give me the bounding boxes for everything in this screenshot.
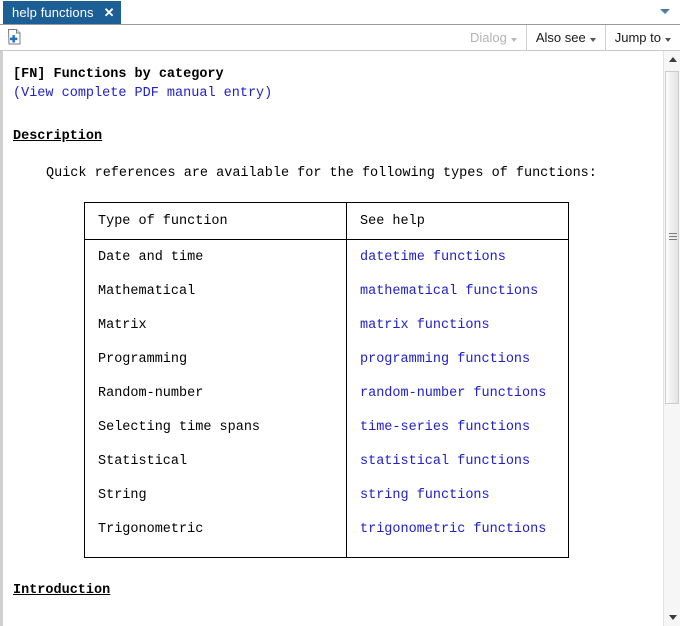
scrollbar-thumb[interactable] (665, 71, 679, 404)
table-row: Mathematical mathematical functions (84, 274, 569, 308)
string-functions-link[interactable]: string functions (360, 488, 490, 503)
row-help: mathematical functions (347, 274, 569, 308)
dialog-button-label: Dialog (470, 30, 507, 45)
row-help: time-series functions (347, 410, 569, 444)
table-row: Random-number random-number functions (84, 376, 569, 410)
row-type: Programming (84, 342, 347, 376)
mathematical-functions-link[interactable]: mathematical functions (360, 284, 538, 299)
page-title: [FN] Functions by category (13, 67, 224, 82)
table-header-type: Type of function (84, 202, 347, 240)
programming-functions-link[interactable]: programming functions (360, 352, 530, 367)
functions-table: Type of function See help Date and time … (84, 202, 569, 558)
table-row: String string functions (84, 478, 569, 512)
table-row: Date and time datetime functions (84, 239, 569, 275)
random-number-functions-link[interactable]: random-number functions (360, 386, 546, 401)
vertical-scrollbar[interactable] (663, 51, 680, 626)
table-bottom-padding-row (84, 546, 569, 558)
toolbar-left-group (0, 28, 24, 47)
view-complete-pdf-manual-entry-link[interactable]: View complete PDF manual entry (21, 86, 264, 101)
row-type: Date and time (84, 239, 347, 274)
time-series-functions-link[interactable]: time-series functions (360, 420, 530, 435)
pdf-close-paren: ) (264, 86, 273, 101)
table-row: Statistical statistical functions (84, 444, 569, 478)
row-type: String (84, 478, 347, 512)
row-type: Random-number (84, 376, 347, 410)
table-header-row: Type of function See help (84, 202, 569, 240)
pdf-open-paren: ( (13, 86, 22, 101)
row-help: datetime functions (347, 240, 569, 275)
description-text: Quick references are available for the f… (46, 166, 597, 181)
datetime-functions-link[interactable]: datetime functions (360, 250, 506, 265)
close-icon[interactable]: ✕ (104, 6, 115, 19)
document-area: [FN] Functions by category (View complet… (0, 51, 680, 626)
help-document: [FN] Functions by category (View complet… (3, 51, 663, 626)
scroll-up-arrow-icon[interactable] (664, 51, 680, 68)
tab-label: help functions (12, 5, 94, 20)
chevron-down-icon (665, 37, 671, 42)
chevron-down-icon (589, 37, 596, 42)
introduction-heading: Introduction (13, 583, 111, 598)
table-row: Matrix matrix functions (84, 308, 569, 342)
trigonometric-functions-link[interactable]: trigonometric functions (360, 522, 546, 537)
table-row: Programming programming functions (84, 342, 569, 376)
row-help: matrix functions (347, 308, 569, 342)
row-help: random-number functions (347, 376, 569, 410)
row-help: programming functions (347, 342, 569, 376)
row-help: string functions (347, 478, 569, 512)
also-see-button-label: Also see (535, 30, 586, 45)
description-heading: Description (13, 129, 103, 144)
chevron-down-icon[interactable] (660, 9, 670, 14)
table-row: Selecting time spans time-series functio… (84, 410, 569, 444)
dialog-button[interactable]: Dialog (461, 25, 526, 50)
new-document-icon[interactable] (6, 28, 24, 47)
scroll-down-arrow-icon[interactable] (664, 609, 680, 626)
row-type: Selecting time spans (84, 410, 347, 444)
row-help: statistical functions (347, 444, 569, 478)
statistical-functions-link[interactable]: statistical functions (360, 454, 530, 469)
table-header-see-help: See help (346, 202, 569, 240)
tab-help-functions[interactable]: help functions ✕ (3, 1, 121, 24)
toolbar-right-group: Dialog Also see Jump to (461, 25, 680, 50)
row-type: Mathematical (84, 274, 347, 308)
table-row: Trigonometric trigonometric functions (84, 512, 569, 546)
also-see-button[interactable]: Also see (525, 25, 605, 50)
row-help: trigonometric functions (347, 512, 569, 546)
toolbar: Dialog Also see Jump to (0, 25, 680, 51)
jump-to-button[interactable]: Jump to (604, 25, 680, 50)
chevron-down-icon (510, 37, 517, 42)
pdf-manual-line: (View complete PDF manual entry) (13, 84, 663, 103)
row-type: Statistical (84, 444, 347, 478)
tab-bar: help functions ✕ (0, 0, 680, 25)
row-type: Matrix (84, 308, 347, 342)
matrix-functions-link[interactable]: matrix functions (360, 318, 490, 333)
jump-to-button-label: Jump to (614, 30, 661, 45)
help-viewer-window: help functions ✕ Dialog Also see Jump to… (0, 0, 680, 626)
scrollbar-grip-icon (669, 232, 677, 243)
row-type: Trigonometric (84, 512, 347, 546)
